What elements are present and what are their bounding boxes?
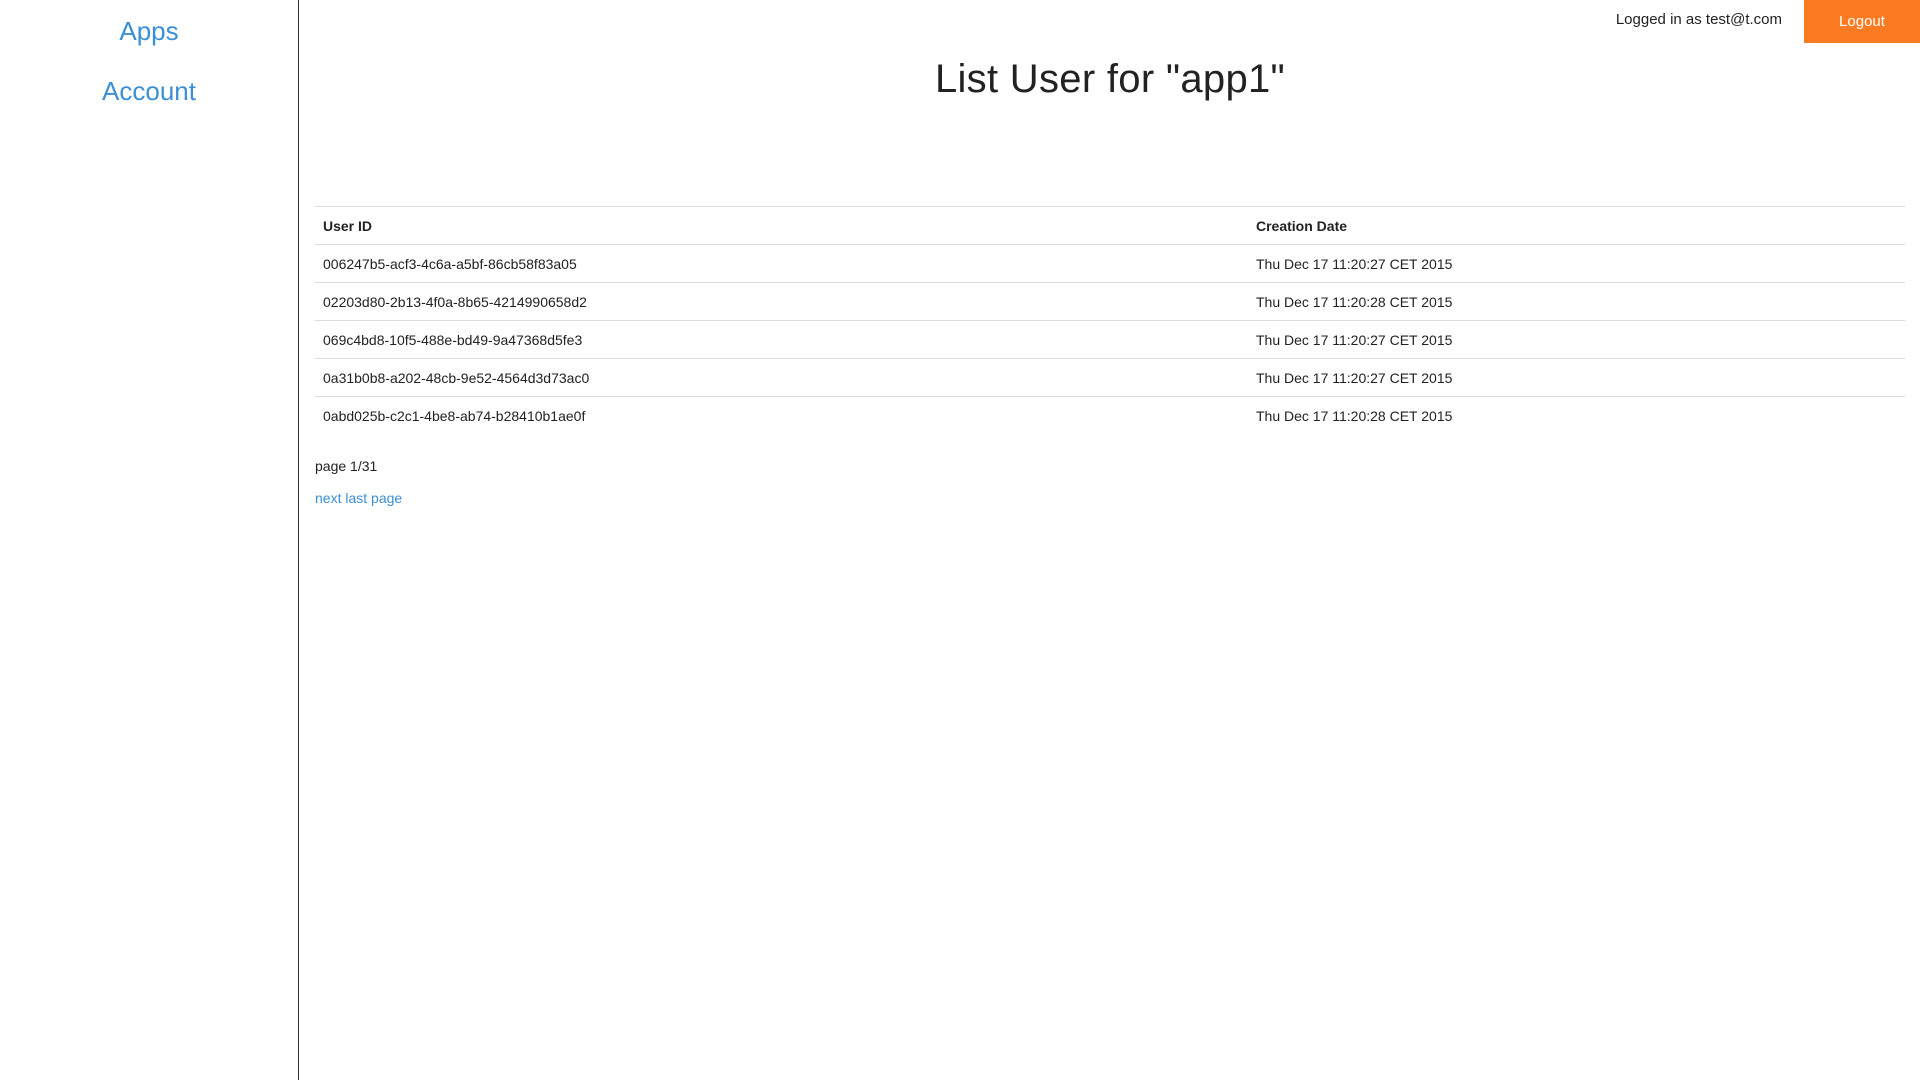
user-id-cell: 02203d80-2b13-4f0a-8b65-4214990658d2 (315, 282, 1248, 321)
users-table: User ID Creation Date 006247b5-acf3-4c6a… (315, 206, 1905, 434)
user-id-cell: 0abd025b-c2c1-4be8-ab74-b28410b1ae0f (323, 407, 586, 424)
user-id-cell: 069c4bd8-10f5-488e-bd49-9a47368d5fe3 (315, 320, 1248, 359)
user-id-cell: 006247b5-acf3-4c6a-a5bf-86cb58f83a05 (315, 244, 1248, 283)
page-title: List User for "app1" (934, 57, 1286, 101)
sidebar-link-account[interactable]: Account (0, 65, 298, 114)
user-bar: Logged in as test@t.com Logout (1616, 0, 1920, 43)
pagination-links: next last page (315, 490, 402, 506)
sidebar-item-account: Account (0, 65, 298, 114)
creation-date-cell: Thu Dec 17 11:20:27 CET 2015 (1248, 320, 1905, 359)
sidebar-nav: Apps Account (0, 0, 298, 114)
table-row[interactable]: 0abd025b-c2c1-4be8-ab74-b28410b1ae0f Thu… (315, 397, 1905, 435)
sidebar-link-apps[interactable]: Apps (0, 0, 298, 65)
logout-button[interactable]: Logout (1804, 0, 1920, 43)
creation-date-cell: Thu Dec 17 11:20:28 CET 2015 (1248, 282, 1905, 321)
column-header-user-id[interactable]: User ID (315, 206, 1248, 245)
creation-date-cell: Thu Dec 17 11:20:28 CET 2015 (1256, 407, 1453, 424)
creation-date-cell: Thu Dec 17 11:20:27 CET 2015 (1248, 358, 1905, 397)
pagination-info: page 1/31 (315, 458, 378, 474)
table-row[interactable]: 02203d80-2b13-4f0a-8b65-4214990658d2 Thu… (315, 282, 1905, 321)
column-header-creation-date[interactable]: Creation Date (1248, 206, 1905, 245)
sidebar-item-apps: Apps (0, 0, 298, 65)
logged-in-text: Logged in as test@t.com (1615, 11, 1782, 28)
next-page-link[interactable]: next (315, 490, 341, 506)
last-page-link[interactable]: last page (345, 490, 402, 506)
creation-date-cell: Thu Dec 17 11:20:27 CET 2015 (1248, 244, 1905, 283)
table-row[interactable]: 0a31b0b8-a202-48cb-9e52-4564d3d73ac0 Thu… (315, 358, 1905, 397)
table-header-row: User ID Creation Date (315, 206, 1905, 245)
sidebar: Apps Account (0, 0, 299, 1080)
main-content: Logged in as test@t.com Logout List User… (300, 0, 1920, 1080)
table-body: 006247b5-acf3-4c6a-a5bf-86cb58f83a05 Thu… (315, 244, 1905, 435)
table-row[interactable]: 006247b5-acf3-4c6a-a5bf-86cb58f83a05 Thu… (315, 244, 1905, 283)
user-id-cell: 0a31b0b8-a202-48cb-9e52-4564d3d73ac0 (315, 358, 1248, 397)
table-row[interactable]: 069c4bd8-10f5-488e-bd49-9a47368d5fe3 Thu… (315, 320, 1905, 359)
table-header: User ID Creation Date (315, 206, 1905, 245)
